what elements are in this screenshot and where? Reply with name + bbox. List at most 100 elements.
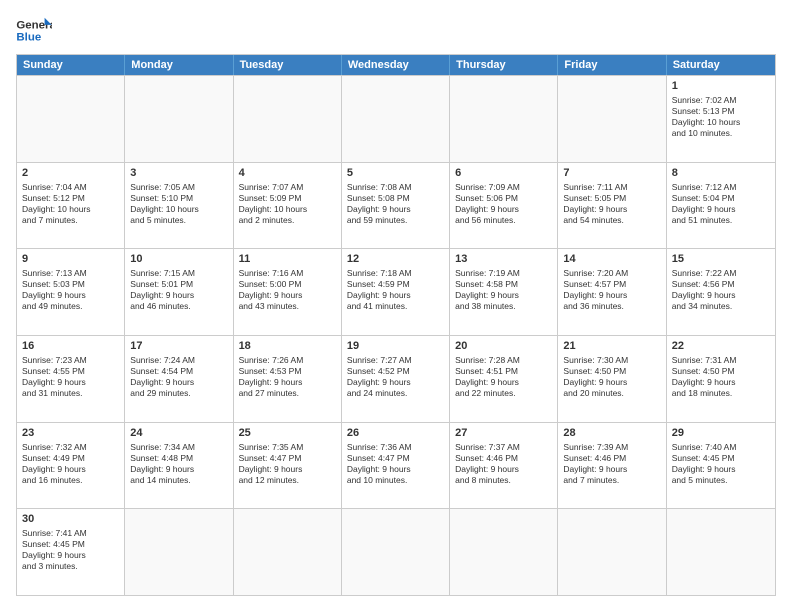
weekday-header-sunday: Sunday (17, 55, 125, 75)
calendar-day-cell: 24Sunrise: 7:34 AM Sunset: 4:48 PM Dayli… (125, 423, 233, 509)
day-info: Sunrise: 7:41 AM Sunset: 4:45 PM Dayligh… (22, 528, 119, 572)
calendar-page: General Blue SundayMondayTuesdayWednesda… (0, 0, 792, 612)
day-number: 3 (130, 166, 227, 181)
calendar-day-cell: 23Sunrise: 7:32 AM Sunset: 4:49 PM Dayli… (17, 423, 125, 509)
calendar-day-cell: 21Sunrise: 7:30 AM Sunset: 4:50 PM Dayli… (558, 336, 666, 422)
day-number: 27 (455, 426, 552, 441)
day-info: Sunrise: 7:12 AM Sunset: 5:04 PM Dayligh… (672, 182, 770, 226)
day-info: Sunrise: 7:32 AM Sunset: 4:49 PM Dayligh… (22, 442, 119, 486)
calendar-header-row: SundayMondayTuesdayWednesdayThursdayFrid… (17, 55, 775, 75)
day-info: Sunrise: 7:27 AM Sunset: 4:52 PM Dayligh… (347, 355, 444, 399)
day-info: Sunrise: 7:30 AM Sunset: 4:50 PM Dayligh… (563, 355, 660, 399)
day-info: Sunrise: 7:19 AM Sunset: 4:58 PM Dayligh… (455, 268, 552, 312)
day-info: Sunrise: 7:23 AM Sunset: 4:55 PM Dayligh… (22, 355, 119, 399)
day-number: 1 (672, 79, 770, 94)
day-number: 9 (22, 252, 119, 267)
day-number: 28 (563, 426, 660, 441)
weekday-header-saturday: Saturday (667, 55, 775, 75)
calendar-week-row: 1Sunrise: 7:02 AM Sunset: 5:13 PM Daylig… (17, 75, 775, 162)
day-info: Sunrise: 7:40 AM Sunset: 4:45 PM Dayligh… (672, 442, 770, 486)
day-number: 18 (239, 339, 336, 354)
day-info: Sunrise: 7:22 AM Sunset: 4:56 PM Dayligh… (672, 268, 770, 312)
calendar-day-cell (234, 509, 342, 595)
weekday-header-wednesday: Wednesday (342, 55, 450, 75)
calendar-day-cell (234, 76, 342, 162)
calendar-day-cell: 4Sunrise: 7:07 AM Sunset: 5:09 PM Daylig… (234, 163, 342, 249)
calendar-day-cell: 14Sunrise: 7:20 AM Sunset: 4:57 PM Dayli… (558, 249, 666, 335)
day-info: Sunrise: 7:24 AM Sunset: 4:54 PM Dayligh… (130, 355, 227, 399)
day-info: Sunrise: 7:34 AM Sunset: 4:48 PM Dayligh… (130, 442, 227, 486)
calendar-body: 1Sunrise: 7:02 AM Sunset: 5:13 PM Daylig… (17, 75, 775, 595)
svg-text:Blue: Blue (16, 32, 41, 44)
weekday-header-friday: Friday (558, 55, 666, 75)
calendar-day-cell: 5Sunrise: 7:08 AM Sunset: 5:08 PM Daylig… (342, 163, 450, 249)
calendar-week-row: 2Sunrise: 7:04 AM Sunset: 5:12 PM Daylig… (17, 162, 775, 249)
day-number: 17 (130, 339, 227, 354)
day-number: 11 (239, 252, 336, 267)
day-info: Sunrise: 7:08 AM Sunset: 5:08 PM Dayligh… (347, 182, 444, 226)
day-number: 8 (672, 166, 770, 181)
day-info: Sunrise: 7:05 AM Sunset: 5:10 PM Dayligh… (130, 182, 227, 226)
day-number: 15 (672, 252, 770, 267)
day-number: 29 (672, 426, 770, 441)
calendar-day-cell (450, 509, 558, 595)
calendar-day-cell: 6Sunrise: 7:09 AM Sunset: 5:06 PM Daylig… (450, 163, 558, 249)
calendar-day-cell: 19Sunrise: 7:27 AM Sunset: 4:52 PM Dayli… (342, 336, 450, 422)
calendar-day-cell: 1Sunrise: 7:02 AM Sunset: 5:13 PM Daylig… (667, 76, 775, 162)
calendar-day-cell: 9Sunrise: 7:13 AM Sunset: 5:03 PM Daylig… (17, 249, 125, 335)
day-info: Sunrise: 7:35 AM Sunset: 4:47 PM Dayligh… (239, 442, 336, 486)
day-number: 22 (672, 339, 770, 354)
day-info: Sunrise: 7:16 AM Sunset: 5:00 PM Dayligh… (239, 268, 336, 312)
day-info: Sunrise: 7:26 AM Sunset: 4:53 PM Dayligh… (239, 355, 336, 399)
calendar-day-cell (558, 509, 666, 595)
calendar-day-cell: 8Sunrise: 7:12 AM Sunset: 5:04 PM Daylig… (667, 163, 775, 249)
calendar-week-row: 23Sunrise: 7:32 AM Sunset: 4:49 PM Dayli… (17, 422, 775, 509)
calendar-day-cell: 22Sunrise: 7:31 AM Sunset: 4:50 PM Dayli… (667, 336, 775, 422)
day-number: 5 (347, 166, 444, 181)
day-number: 24 (130, 426, 227, 441)
calendar-grid: SundayMondayTuesdayWednesdayThursdayFrid… (16, 54, 776, 596)
day-number: 20 (455, 339, 552, 354)
day-number: 23 (22, 426, 119, 441)
day-info: Sunrise: 7:18 AM Sunset: 4:59 PM Dayligh… (347, 268, 444, 312)
calendar-week-row: 9Sunrise: 7:13 AM Sunset: 5:03 PM Daylig… (17, 248, 775, 335)
day-info: Sunrise: 7:04 AM Sunset: 5:12 PM Dayligh… (22, 182, 119, 226)
day-info: Sunrise: 7:37 AM Sunset: 4:46 PM Dayligh… (455, 442, 552, 486)
day-info: Sunrise: 7:20 AM Sunset: 4:57 PM Dayligh… (563, 268, 660, 312)
weekday-header-tuesday: Tuesday (234, 55, 342, 75)
generalblue-logo-icon: General Blue (16, 16, 52, 46)
calendar-day-cell (667, 509, 775, 595)
day-number: 26 (347, 426, 444, 441)
weekday-header-thursday: Thursday (450, 55, 558, 75)
calendar-day-cell (558, 76, 666, 162)
calendar-day-cell: 16Sunrise: 7:23 AM Sunset: 4:55 PM Dayli… (17, 336, 125, 422)
calendar-day-cell: 10Sunrise: 7:15 AM Sunset: 5:01 PM Dayli… (125, 249, 233, 335)
calendar-day-cell: 12Sunrise: 7:18 AM Sunset: 4:59 PM Dayli… (342, 249, 450, 335)
calendar-day-cell (450, 76, 558, 162)
calendar-day-cell (17, 76, 125, 162)
day-info: Sunrise: 7:09 AM Sunset: 5:06 PM Dayligh… (455, 182, 552, 226)
calendar-day-cell: 25Sunrise: 7:35 AM Sunset: 4:47 PM Dayli… (234, 423, 342, 509)
calendar-day-cell: 7Sunrise: 7:11 AM Sunset: 5:05 PM Daylig… (558, 163, 666, 249)
day-number: 14 (563, 252, 660, 267)
day-number: 30 (22, 512, 119, 527)
calendar-day-cell: 27Sunrise: 7:37 AM Sunset: 4:46 PM Dayli… (450, 423, 558, 509)
calendar-day-cell: 28Sunrise: 7:39 AM Sunset: 4:46 PM Dayli… (558, 423, 666, 509)
calendar-day-cell: 17Sunrise: 7:24 AM Sunset: 4:54 PM Dayli… (125, 336, 233, 422)
day-info: Sunrise: 7:02 AM Sunset: 5:13 PM Dayligh… (672, 95, 770, 139)
day-number: 7 (563, 166, 660, 181)
calendar-day-cell: 26Sunrise: 7:36 AM Sunset: 4:47 PM Dayli… (342, 423, 450, 509)
calendar-day-cell: 15Sunrise: 7:22 AM Sunset: 4:56 PM Dayli… (667, 249, 775, 335)
day-info: Sunrise: 7:36 AM Sunset: 4:47 PM Dayligh… (347, 442, 444, 486)
day-number: 10 (130, 252, 227, 267)
calendar-day-cell (342, 509, 450, 595)
calendar-day-cell: 13Sunrise: 7:19 AM Sunset: 4:58 PM Dayli… (450, 249, 558, 335)
day-number: 21 (563, 339, 660, 354)
day-info: Sunrise: 7:07 AM Sunset: 5:09 PM Dayligh… (239, 182, 336, 226)
page-header: General Blue (16, 16, 776, 46)
day-info: Sunrise: 7:39 AM Sunset: 4:46 PM Dayligh… (563, 442, 660, 486)
calendar-day-cell: 29Sunrise: 7:40 AM Sunset: 4:45 PM Dayli… (667, 423, 775, 509)
calendar-day-cell: 30Sunrise: 7:41 AM Sunset: 4:45 PM Dayli… (17, 509, 125, 595)
day-info: Sunrise: 7:13 AM Sunset: 5:03 PM Dayligh… (22, 268, 119, 312)
day-number: 13 (455, 252, 552, 267)
